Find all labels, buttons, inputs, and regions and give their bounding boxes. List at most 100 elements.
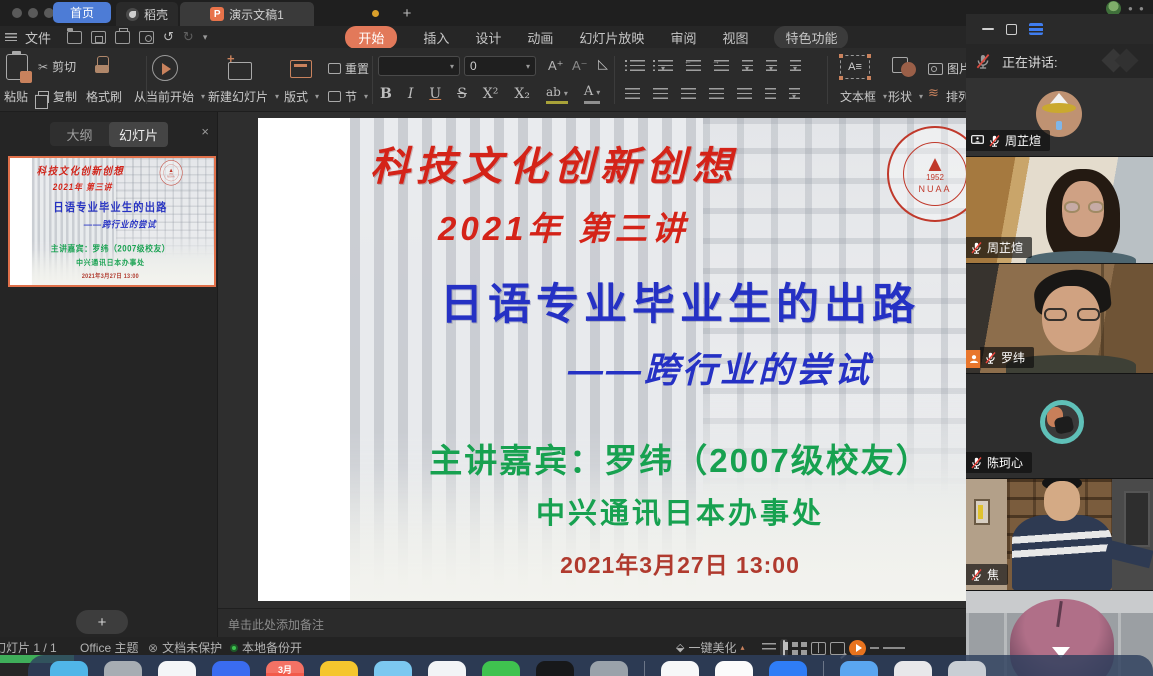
- new-slide-button[interactable]: 新建幻灯片: [208, 88, 279, 105]
- app-green-icon[interactable]: [482, 661, 520, 676]
- app-blue-2-icon[interactable]: [769, 661, 807, 676]
- close-pane-icon[interactable]: ×: [201, 124, 209, 139]
- layout-button[interactable]: 版式: [284, 88, 319, 105]
- notes-bar[interactable]: 单击此处添加备注: [218, 608, 966, 637]
- app-gray-icon[interactable]: [104, 661, 142, 676]
- participant-tile-video[interactable]: 周芷煊: [966, 157, 1153, 264]
- columns-icon[interactable]: [765, 88, 776, 99]
- new-tab-button[interactable]: +: [396, 2, 418, 24]
- slide-sorter-icon[interactable]: [792, 642, 807, 655]
- layout-icon[interactable]: [290, 60, 312, 78]
- slide-page[interactable]: 科技文化创新创想 2021年 第三讲 日语专业毕业生的出路 ——跨行业的尝试 主…: [258, 118, 966, 601]
- trash-icon[interactable]: [948, 661, 986, 676]
- beautify-button[interactable]: ⬙一键美化▴: [676, 639, 745, 656]
- copy-button[interactable]: 复制: [38, 88, 77, 105]
- reset-button[interactable]: 重置: [328, 60, 369, 77]
- undo-icon[interactable]: ↺: [163, 30, 174, 45]
- tab-outline[interactable]: 大纲: [50, 122, 109, 147]
- menu-insert[interactable]: 插入: [423, 28, 449, 47]
- adjust-view-icon[interactable]: [762, 643, 776, 653]
- document-protection[interactable]: ⊗文档未保护: [148, 639, 222, 656]
- shapes-button[interactable]: 形状: [888, 88, 923, 105]
- arrange-button[interactable]: 排列: [928, 88, 970, 105]
- menu-review[interactable]: 审阅: [670, 28, 696, 47]
- tab-home[interactable]: 首页: [53, 2, 111, 23]
- app-globe-icon[interactable]: [590, 661, 628, 676]
- paste-button[interactable]: 粘贴: [4, 88, 39, 105]
- menu-start[interactable]: 开始: [345, 26, 397, 49]
- add-slide-button[interactable]: +: [76, 610, 128, 634]
- layout-switch-icon[interactable]: [1029, 23, 1043, 35]
- tab-slides[interactable]: 幻灯片: [109, 122, 168, 147]
- tab-document[interactable]: P 演示文稿1: [180, 2, 314, 26]
- app-teal-icon[interactable]: [50, 661, 88, 676]
- format-painter-icon[interactable]: [94, 56, 110, 76]
- underline-button[interactable]: U: [429, 86, 441, 102]
- subscript-button[interactable]: X₂: [514, 86, 530, 102]
- text-box-button[interactable]: 文本框: [840, 88, 887, 105]
- participant-tile-video[interactable]: 罗纬: [966, 264, 1153, 374]
- app-white-2-icon[interactable]: [715, 661, 753, 676]
- font-family-combo[interactable]: [378, 56, 460, 76]
- cut-button[interactable]: ✂剪切: [38, 58, 76, 75]
- zoom-out-button[interactable]: [870, 647, 879, 649]
- file-menu[interactable]: 文件: [25, 28, 51, 47]
- strikethrough-button[interactable]: S: [457, 86, 467, 102]
- theme-name[interactable]: Office 主题: [80, 639, 138, 656]
- participant-tile-share[interactable]: 周芷煊: [966, 78, 1153, 157]
- app-seal-icon[interactable]: [158, 661, 196, 676]
- customize-toolbar-chevron[interactable]: ▾: [203, 32, 208, 43]
- new-slide-icon[interactable]: [228, 62, 252, 80]
- section-button[interactable]: 节: [328, 88, 368, 105]
- text-box-icon[interactable]: A≡: [840, 55, 870, 79]
- open-icon[interactable]: [67, 31, 82, 44]
- save-icon[interactable]: [91, 31, 106, 44]
- bullets-icon[interactable]: [630, 60, 645, 71]
- clear-format-icon[interactable]: ◺: [598, 57, 608, 72]
- minimize-icon[interactable]: [982, 28, 994, 31]
- app-lightblue-icon[interactable]: [374, 661, 412, 676]
- increase-font-icon[interactable]: A⁺: [548, 58, 564, 74]
- font-size-combo[interactable]: 0: [464, 56, 536, 76]
- app-calendar-icon[interactable]: 3月: [266, 661, 304, 676]
- app-music-icon[interactable]: [661, 661, 699, 676]
- local-backup[interactable]: 本地备份开: [230, 639, 302, 656]
- char-spacing-icon[interactable]: [790, 60, 801, 71]
- slideshow-pen-icon[interactable]: [830, 642, 845, 655]
- picture-button[interactable]: 图片: [928, 60, 971, 77]
- tab-docer[interactable]: 稻壳: [116, 2, 178, 26]
- screenshot-preview-icon[interactable]: [894, 661, 932, 676]
- superscript-button[interactable]: X²: [483, 86, 499, 102]
- justify-icon[interactable]: [709, 88, 724, 99]
- paste-icon[interactable]: [6, 54, 28, 80]
- text-direction-icon[interactable]: [742, 60, 753, 71]
- decrease-indent-icon[interactable]: [686, 60, 701, 71]
- slide-thumbnail[interactable]: 科技文化创新创想 2021年 第三讲 日语专业毕业生的出路 ——跨行业的尝试 主…: [8, 156, 216, 287]
- highlight-color-button[interactable]: ab: [546, 85, 568, 104]
- app-blue-icon[interactable]: [212, 661, 250, 676]
- app-white-icon[interactable]: [428, 661, 466, 676]
- zoom-slider[interactable]: [883, 647, 905, 649]
- align-right-icon[interactable]: [681, 88, 696, 99]
- menu-special-features[interactable]: 特色功能: [774, 26, 848, 49]
- menu-design[interactable]: 设计: [475, 28, 501, 47]
- shapes-icon[interactable]: [892, 57, 916, 77]
- traffic-light-close[interactable]: [12, 8, 22, 18]
- bold-button[interactable]: B: [380, 86, 392, 102]
- participant-tile-avatar[interactable]: 陈珂心: [966, 374, 1153, 479]
- format-painter-button[interactable]: 格式刷: [86, 88, 122, 105]
- menu-animation[interactable]: 动画: [527, 28, 553, 47]
- print-preview-icon[interactable]: [139, 31, 154, 44]
- menu-view[interactable]: 视图: [722, 28, 748, 47]
- numbering-icon[interactable]: [658, 60, 673, 71]
- app-black-icon[interactable]: [536, 661, 574, 676]
- decrease-font-icon[interactable]: A⁻: [572, 58, 588, 74]
- menu-slideshow[interactable]: 幻灯片放映: [579, 28, 644, 47]
- play-slideshow-button[interactable]: [849, 640, 866, 657]
- traffic-light-minimize[interactable]: [28, 8, 38, 18]
- increase-indent-icon[interactable]: [714, 60, 729, 71]
- align-left-icon[interactable]: [625, 88, 640, 99]
- print-icon[interactable]: [115, 31, 130, 44]
- distribute-icon[interactable]: [737, 88, 752, 99]
- play-from-current-button[interactable]: 从当前开始: [134, 88, 205, 105]
